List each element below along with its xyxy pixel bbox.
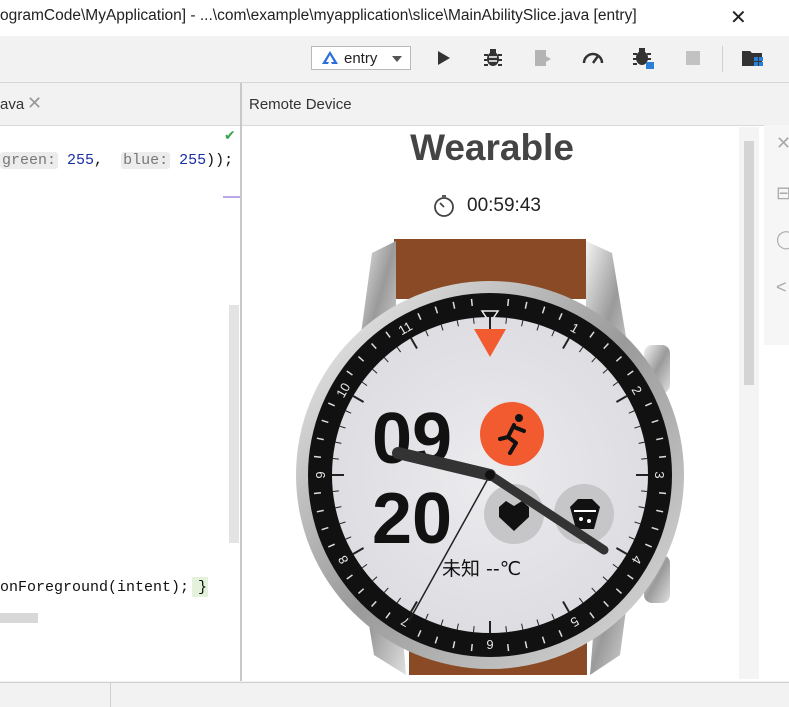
param-hint: green: [0,152,59,169]
watch-face-display[interactable]: 1234567891011 09 20 未知 --℃ [294,235,698,675]
device-debug-button[interactable] [630,45,656,71]
code-editor[interactable]: ava ✕ ✔ green: 255, blue: 255)); onForeg… [0,83,240,681]
project-structure-button[interactable] [740,45,766,71]
bezel-tick [507,643,510,652]
remote-device-header: Remote Device [242,83,789,126]
bezel-number: 9 [313,471,328,478]
weather-text: 未知 --℃ [442,558,521,580]
dial-tick [505,317,508,324]
editor-horizontal-scrollbar[interactable] [0,613,38,623]
profiler-icon [582,52,604,64]
number-literal: 255 [179,152,207,169]
window-title: ogramCode\MyApplication] - ...\com\examp… [0,7,637,24]
code-line: green: 255, blue: 255)); [0,152,233,169]
dial-tick [472,317,475,324]
editor-tab-bar: ava ✕ [0,83,240,126]
code-text: onForeground(intent); [0,579,199,596]
bezel-number: 6 [486,637,493,652]
debug-icon [484,49,502,66]
code-text: )); [206,152,234,169]
profiler-button[interactable] [580,45,606,71]
back-icon[interactable]: < [776,277,787,298]
run-configuration-label: entry [344,50,378,67]
minute-digits: 20 [372,479,452,559]
bezel-tick [313,455,322,458]
screen-icon[interactable]: ⊟ [776,183,789,204]
code-text: , [94,152,104,169]
status-separator [110,683,111,707]
bezel-tick [658,455,667,458]
hand-pivot [485,470,495,480]
chevron-down-icon [392,56,402,62]
run-configuration-select[interactable]: entry [311,46,411,70]
main-toolbar: entry [0,36,789,83]
cursor-line-marker [223,196,240,198]
activity-complication[interactable] [480,402,544,466]
dial-tick [332,490,339,493]
title-bar: ogramCode\MyApplication] - ...\com\examp… [0,0,789,36]
bezel-tick [507,298,510,307]
bezel-tick [470,298,473,307]
bezel-tick [470,643,473,652]
dial-tick [505,626,508,633]
timer-value: 00:59:43 [467,195,541,216]
editor-vertical-scrollbar[interactable] [229,305,239,543]
editor-tab-label[interactable]: ava [0,96,24,113]
window-close-button[interactable]: ✕ [730,5,747,30]
remote-tools-sidebar: ✕ ⊟ ◯ < [764,125,789,345]
dial-tick [641,457,648,460]
device-type-title: Wearable [410,127,574,168]
attach-debugger-button[interactable] [530,45,556,71]
bezel-number: 3 [652,471,667,478]
circle-icon[interactable]: ◯ [776,229,789,250]
dial-tick [472,626,475,633]
stop-icon [686,51,700,65]
stop-button[interactable] [680,45,706,71]
code-line: onForeground(intent); } [0,579,207,596]
run-button[interactable] [430,45,456,71]
bezel-tick [313,492,322,495]
remote-device-panel: Remote Device Wearable 00:59:43 1 2 3 4 … [242,83,789,681]
session-timer: 00:59:43 [432,194,592,218]
bezel-tick [658,492,667,495]
run-icon [438,51,450,65]
closing-brace: } [198,579,208,596]
number-literal: 255 [67,152,95,169]
debug-button[interactable] [480,45,506,71]
stopwatch-icon [434,195,454,217]
project-structure-icon [742,51,763,66]
inspection-ok-icon[interactable]: ✔ [224,127,236,144]
attach-debugger-icon [535,50,551,66]
status-bar [0,682,789,707]
close-icon[interactable]: ✕ [776,133,789,154]
remote-vertical-scrollbar[interactable] [744,141,754,385]
dial-tick [332,457,339,460]
panel-title: Remote Device [249,96,352,113]
param-hint: blue: [121,152,171,169]
toolbar-separator [722,46,723,72]
device-debug-icon [633,48,654,69]
harmony-logo-icon [322,51,338,64]
dial-tick [641,490,648,493]
tab-close-icon[interactable]: ✕ [27,93,42,114]
